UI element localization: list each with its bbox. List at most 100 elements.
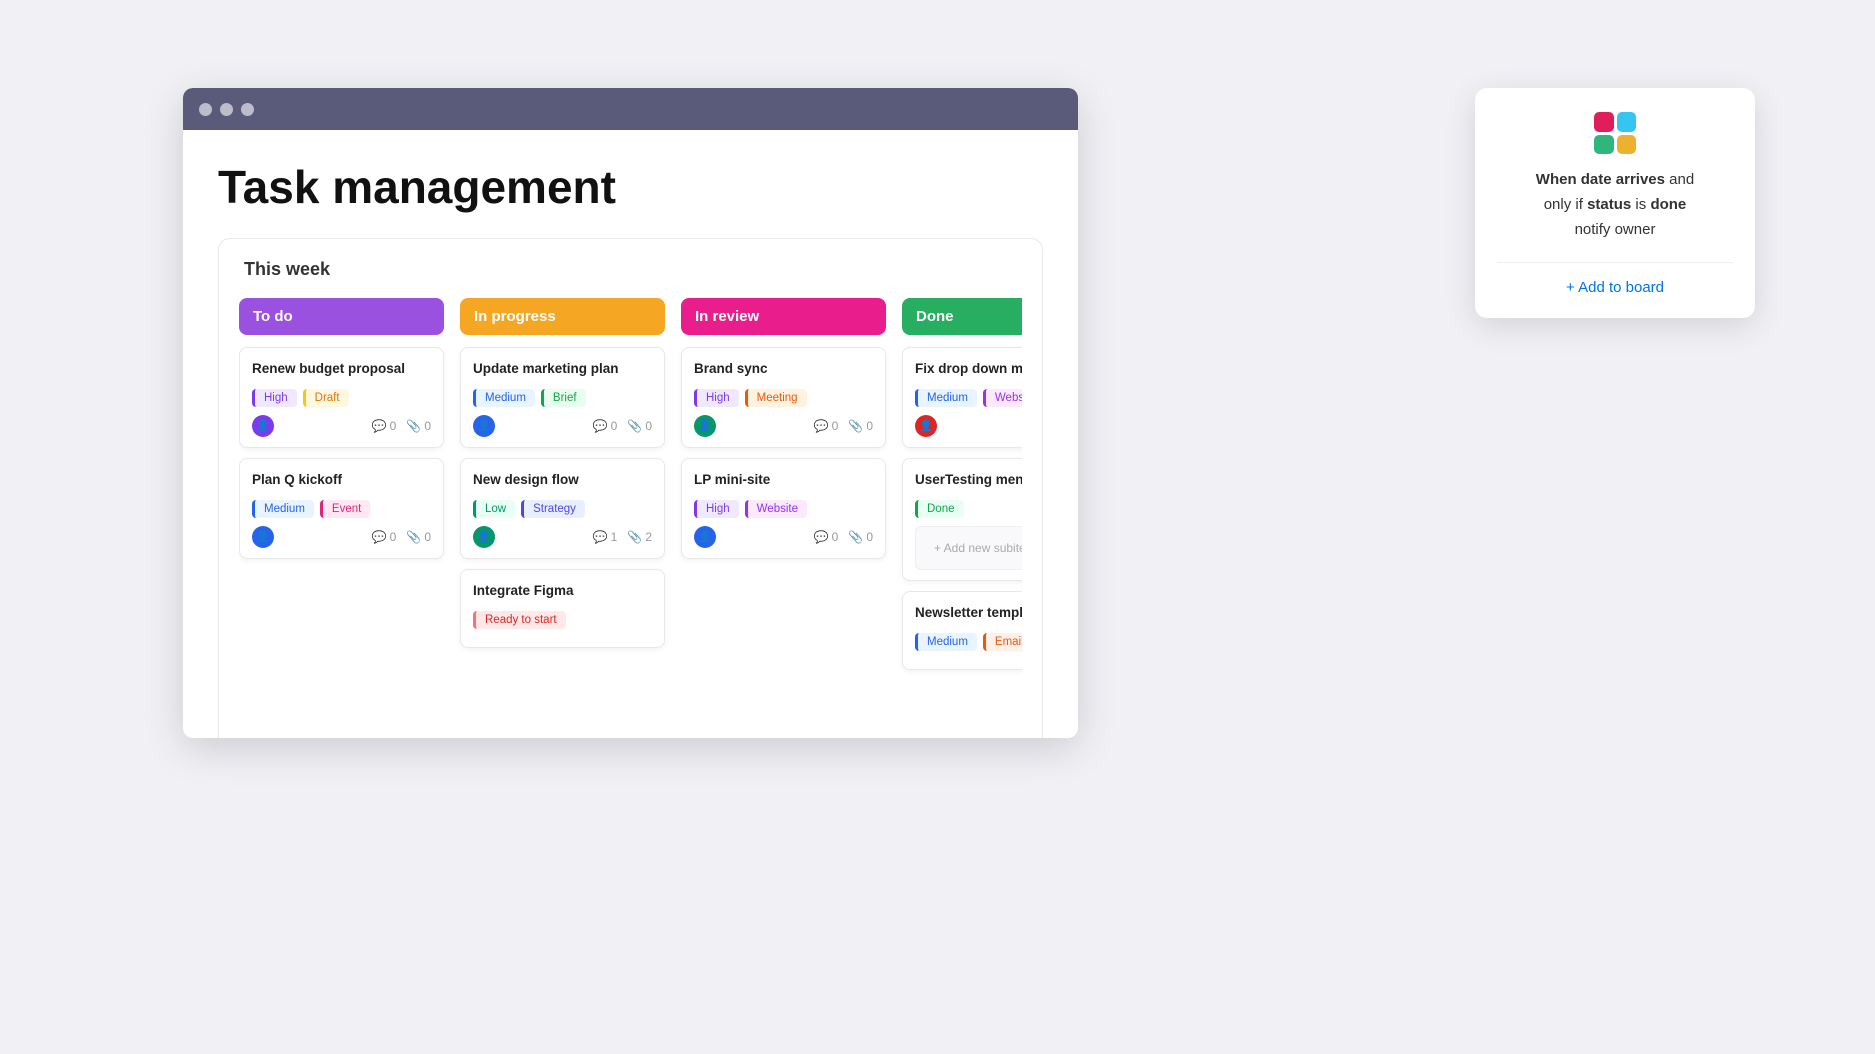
avatar: 👤: [252, 526, 274, 548]
outer-container: Task management This week To do Renew bu…: [0, 0, 1875, 1054]
board-wrapper: This week To do Renew budget proposal Hi…: [218, 238, 1043, 738]
card-tags: High Draft: [252, 389, 431, 407]
avatar: 👤: [473, 415, 495, 437]
slack-icon-cell-3: [1594, 135, 1614, 155]
tag-high: High: [694, 389, 739, 407]
card-meta: 💬 0 📎 0: [814, 530, 873, 544]
card-new-design-flow[interactable]: New design flow Low Strategy 👤 💬: [460, 458, 665, 559]
week-label: This week: [239, 259, 1022, 280]
comment-count: 💬 0: [372, 419, 397, 433]
popup-divider: [1497, 262, 1733, 263]
comment-icon: 💬: [372, 530, 387, 544]
subitem-card: + Add new subitem...: [915, 526, 1022, 570]
comment-count: 💬 0: [593, 419, 618, 433]
tag-high: High: [252, 389, 297, 407]
comment-count: 💬 1: [593, 530, 618, 544]
card-newsletter[interactable]: Newsletter template Medium Email: [902, 591, 1022, 670]
tag-draft: Draft: [303, 389, 349, 407]
column-header-done: Done: [902, 298, 1022, 335]
card-title: Fix drop down menu: [915, 360, 1022, 379]
column-inreview: In review Brand sync High Meeting 👤: [681, 298, 886, 680]
card-footer: 👤 💬 1 📎 2: [473, 526, 652, 548]
browser-window: Task management This week To do Renew bu…: [183, 88, 1078, 738]
card-footer: 👤 💬 0 📎 0: [252, 415, 431, 437]
avatar: 👤: [252, 415, 274, 437]
card-tags: Done: [915, 500, 1022, 518]
add-to-board-button[interactable]: + Add to board: [1497, 279, 1733, 296]
attachment-icon: 📎: [406, 530, 421, 544]
card-title: Newsletter template: [915, 604, 1022, 623]
card-lp-minisite[interactable]: LP mini-site High Website 👤 💬: [681, 458, 886, 559]
card-tags: High Website: [694, 500, 873, 518]
card-brand-sync[interactable]: Brand sync High Meeting 👤 💬 0: [681, 347, 886, 448]
tag-meeting: Meeting: [745, 389, 807, 407]
attachment-count: 📎 2: [627, 530, 652, 544]
popup-text-done: done: [1650, 196, 1686, 213]
attachment-icon: 📎: [848, 530, 863, 544]
card-fix-dropdown[interactable]: Fix drop down menu Medium Website 👤 💬: [902, 347, 1022, 448]
browser-titlebar: [183, 88, 1078, 130]
attachment-count: 📎 0: [848, 419, 873, 433]
card-meta: 💬 0 📎 0: [372, 530, 431, 544]
card-tags: Ready to start: [473, 611, 652, 629]
slack-icon-cell-1: [1594, 112, 1614, 132]
card-tags: Medium Event: [252, 500, 431, 518]
avatar: 👤: [915, 415, 937, 437]
comment-count: 💬 0: [372, 530, 397, 544]
browser-dot-2: [220, 103, 233, 116]
attachment-icon: 📎: [848, 419, 863, 433]
tag-readytostart: Ready to start: [473, 611, 566, 629]
comment-icon: 💬: [814, 530, 829, 544]
avatar: 👤: [694, 415, 716, 437]
popup-text-when-date: When date arrives: [1536, 171, 1665, 188]
card-tags: Medium Email: [915, 633, 1022, 651]
attachment-count: 📎 0: [848, 530, 873, 544]
attachment-count: 📎 0: [406, 530, 431, 544]
avatar: 👤: [694, 526, 716, 548]
column-todo: To do Renew budget proposal High Draft 👤: [239, 298, 444, 680]
tag-brief: Brief: [541, 389, 586, 407]
card-title: Renew budget proposal: [252, 360, 431, 379]
slack-icon-cell-4: [1617, 135, 1637, 155]
popup-card: When date arrives and only if status is …: [1475, 88, 1755, 318]
card-title: Brand sync: [694, 360, 873, 379]
column-inprogress: In progress Update marketing plan Medium…: [460, 298, 665, 680]
card-usertesting[interactable]: UserTesting menu Done + Add new subitem.…: [902, 458, 1022, 581]
card-meta: 💬 0 📎 0: [593, 419, 652, 433]
card-integrate-figma[interactable]: Integrate Figma Ready to start: [460, 569, 665, 648]
tag-event: Event: [320, 500, 370, 518]
card-footer: 👤 💬 0 📎 0: [473, 415, 652, 437]
popup-text-notify: notify owner: [1575, 221, 1656, 238]
card-tags: Medium Brief: [473, 389, 652, 407]
card-renew-budget[interactable]: Renew budget proposal High Draft 👤 💬: [239, 347, 444, 448]
popup-text-only-if: only if status is done: [1544, 196, 1687, 213]
tag-website: Website: [983, 389, 1022, 407]
card-footer: 👤 💬 0 📎 0: [694, 415, 873, 437]
attachment-count: 📎 0: [627, 419, 652, 433]
comment-icon: 💬: [593, 419, 608, 433]
browser-dot-1: [199, 103, 212, 116]
card-tags: Medium Website: [915, 389, 1022, 407]
tag-low: Low: [473, 500, 515, 518]
card-tags: Low Strategy: [473, 500, 652, 518]
comment-icon: 💬: [814, 419, 829, 433]
column-header-inprogress: In progress: [460, 298, 665, 335]
card-update-marketing[interactable]: Update marketing plan Medium Brief 👤 💬: [460, 347, 665, 448]
card-plan-kickoff[interactable]: Plan Q kickoff Medium Event 👤 💬: [239, 458, 444, 559]
card-meta: 💬 1 📎 2: [593, 530, 652, 544]
tag-done: Done: [915, 500, 964, 518]
tag-high: High: [694, 500, 739, 518]
attachment-count: 📎 0: [406, 419, 431, 433]
slack-icon-cell-2: [1617, 112, 1637, 132]
card-footer: 👤 💬 0 📎 0: [694, 526, 873, 548]
browser-content: Task management This week To do Renew bu…: [183, 130, 1078, 738]
tag-website: Website: [745, 500, 807, 518]
add-subitem-button[interactable]: + Add new subitem...: [926, 535, 1022, 561]
tag-medium: Medium: [473, 389, 535, 407]
tag-strategy: Strategy: [521, 500, 585, 518]
card-title: LP mini-site: [694, 471, 873, 490]
column-header-inreview: In review: [681, 298, 886, 335]
tag-medium: Medium: [915, 633, 977, 651]
browser-dot-3: [241, 103, 254, 116]
card-title: Plan Q kickoff: [252, 471, 431, 490]
